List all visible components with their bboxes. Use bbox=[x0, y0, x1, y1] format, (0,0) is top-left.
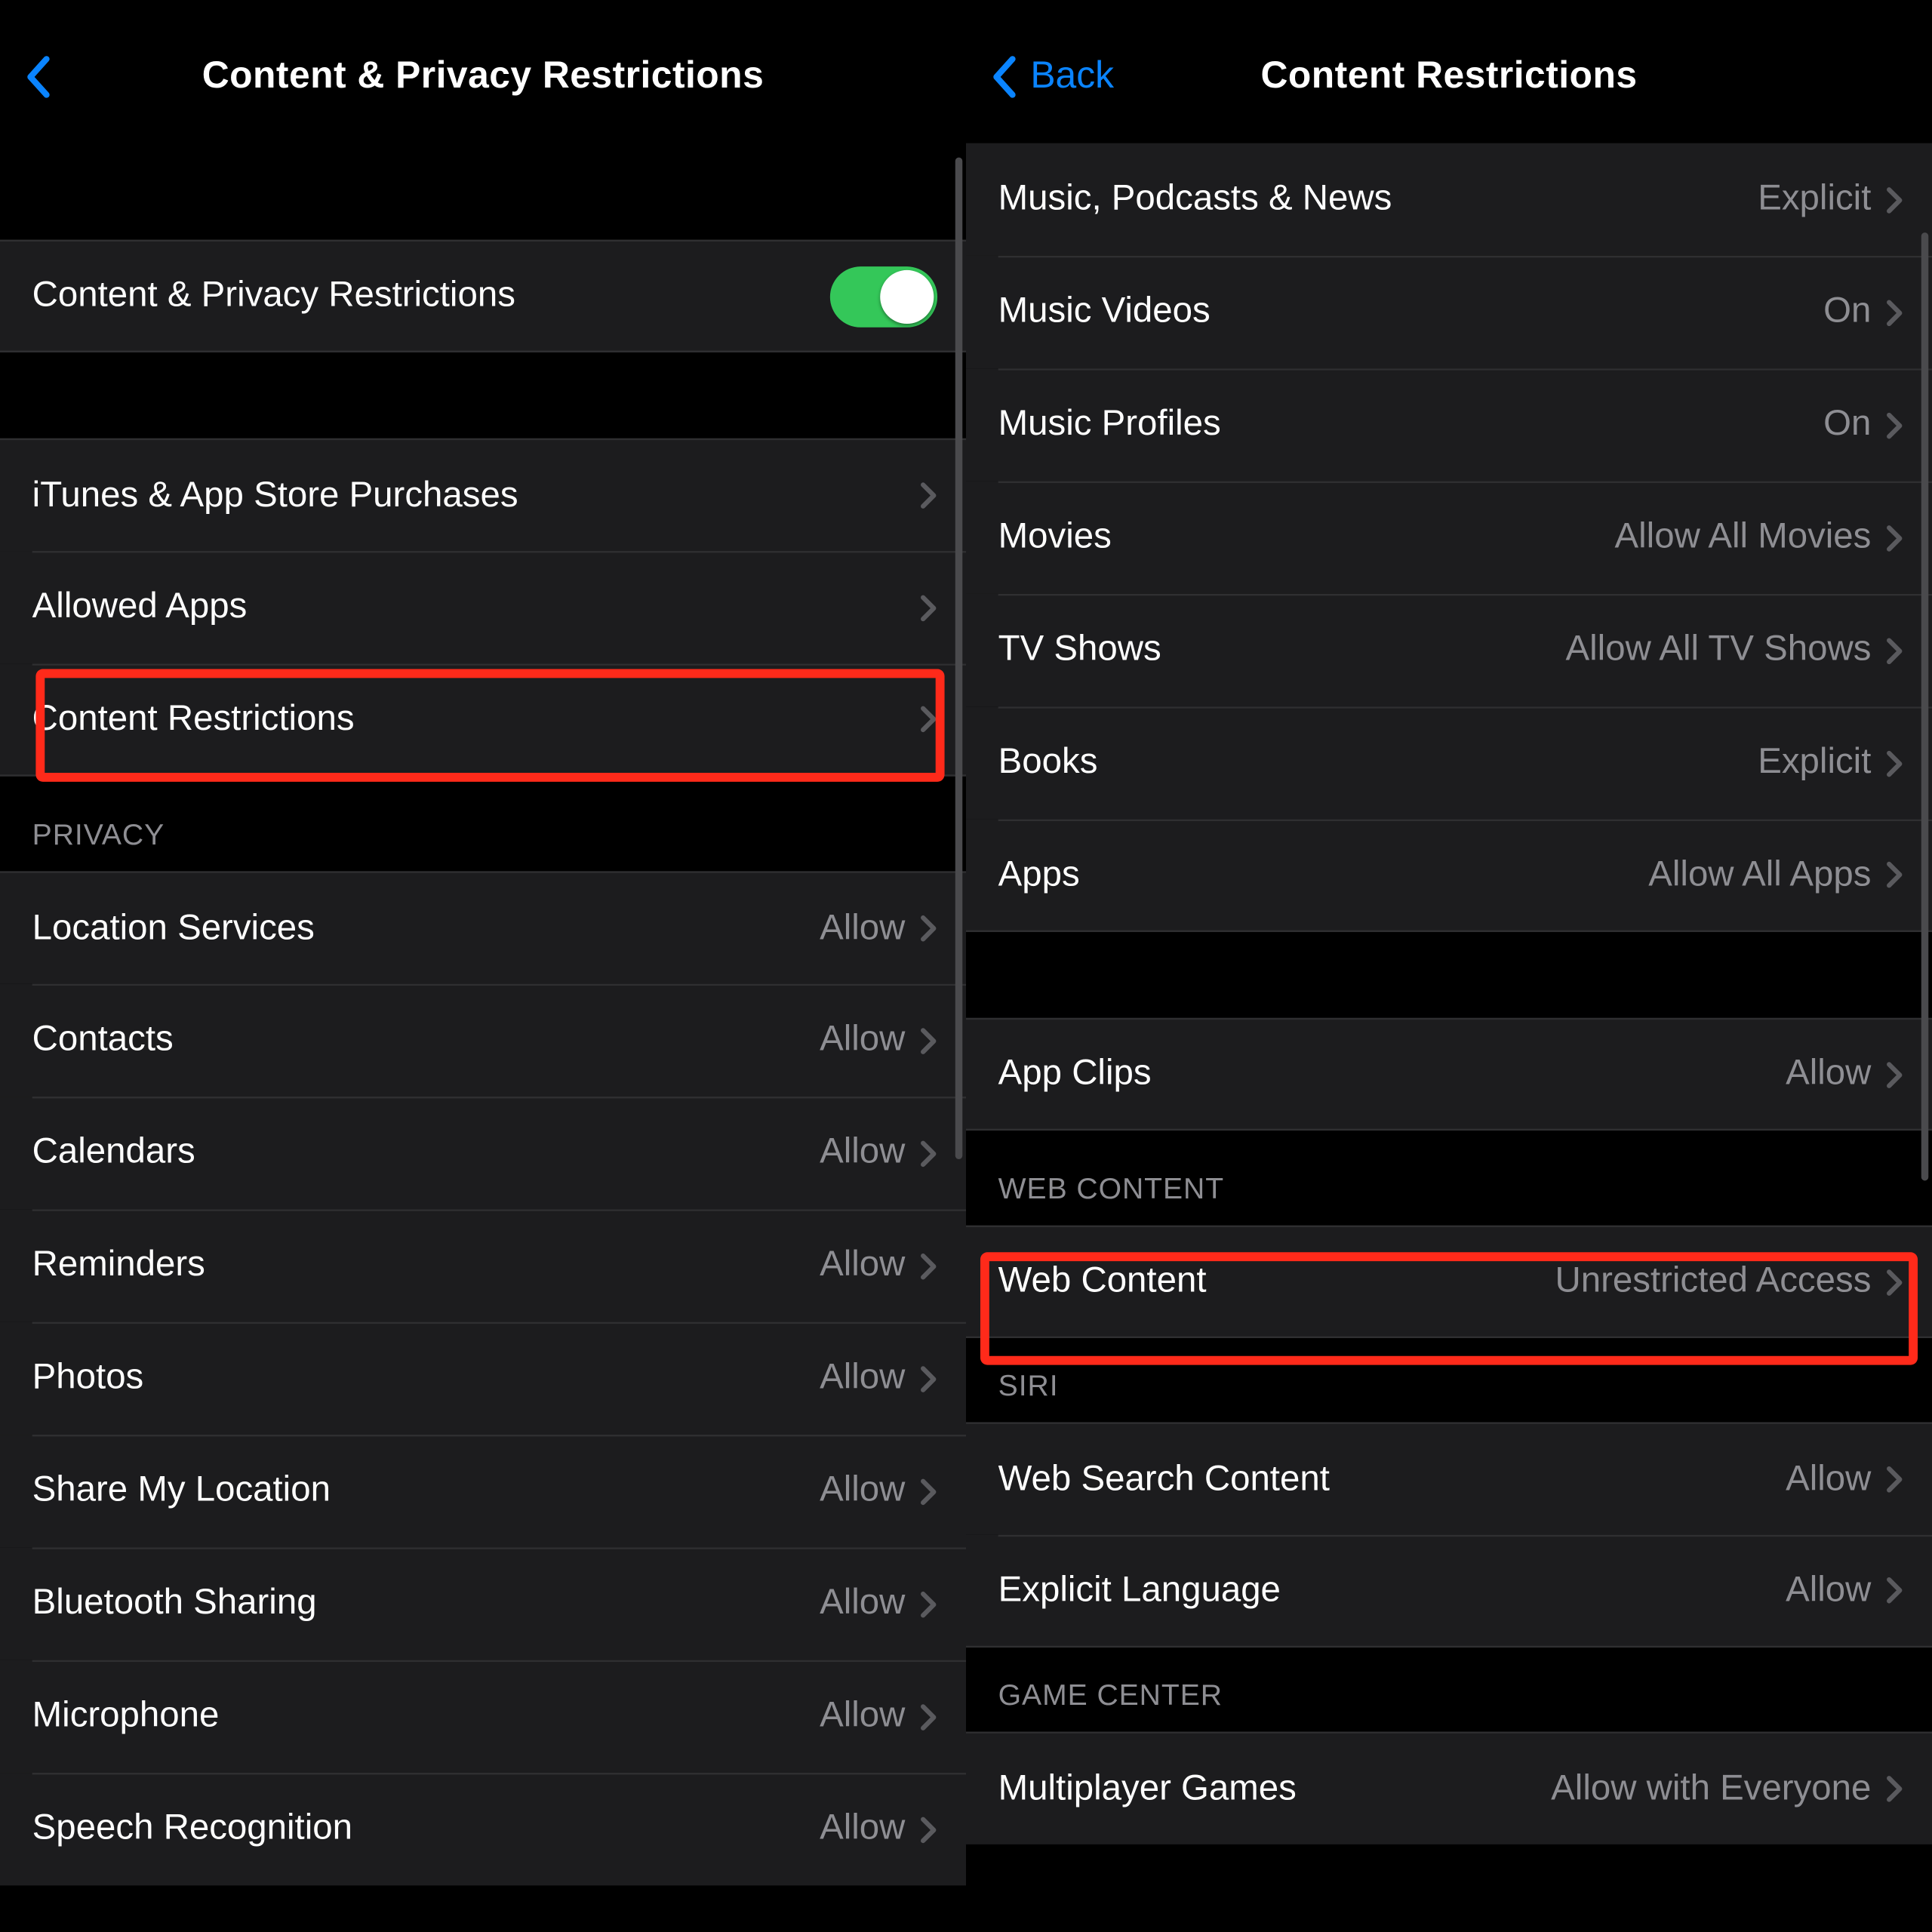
back-button-left[interactable] bbox=[25, 0, 64, 154]
row-share-my-location[interactable]: Share My Location Allow bbox=[0, 1435, 966, 1547]
row-allowed-apps[interactable]: Allowed Apps bbox=[0, 551, 966, 663]
chevron-left-icon bbox=[991, 55, 1020, 98]
row-web-search-content[interactable]: Web Search Content Allow bbox=[966, 1422, 1932, 1534]
chevron-right-icon bbox=[1885, 298, 1903, 327]
page-title-left: Content & Privacy Restrictions bbox=[202, 55, 764, 98]
chevron-right-icon bbox=[1885, 1576, 1903, 1604]
group-privacy: Location Services Allow Contacts Allow C… bbox=[0, 871, 966, 1885]
chevron-right-icon bbox=[1885, 411, 1903, 439]
scrollbar-left[interactable] bbox=[955, 158, 962, 1159]
row-bluetooth-sharing[interactable]: Bluetooth Sharing Allow bbox=[0, 1547, 966, 1660]
row-microphone[interactable]: Microphone Allow bbox=[0, 1660, 966, 1773]
toggle-switch[interactable] bbox=[830, 266, 937, 327]
row-movies[interactable]: Movies Allow All Movies bbox=[966, 481, 1932, 594]
chevron-right-icon bbox=[919, 593, 937, 622]
chevron-right-icon bbox=[1885, 1060, 1903, 1088]
chevron-right-icon bbox=[919, 705, 937, 734]
section-header-siri: SIRI bbox=[966, 1338, 1932, 1422]
chevron-right-icon bbox=[919, 1702, 937, 1730]
group-main: iTunes & App Store Purchases Allowed App… bbox=[0, 438, 966, 777]
chevron-right-icon bbox=[919, 1477, 937, 1506]
toggle-row-content-privacy[interactable]: Content & Privacy Restrictions bbox=[0, 240, 966, 352]
chevron-right-icon bbox=[1885, 523, 1903, 552]
row-reminders[interactable]: Reminders Allow bbox=[0, 1209, 966, 1321]
chevron-left-icon bbox=[25, 55, 54, 98]
row-content-restrictions[interactable]: Content Restrictions bbox=[0, 663, 966, 776]
chevron-right-icon bbox=[1885, 636, 1903, 665]
chevron-right-icon bbox=[1885, 1267, 1903, 1296]
chevron-right-icon bbox=[1885, 185, 1903, 214]
row-web-content[interactable]: Web Content Unrestricted Access bbox=[966, 1226, 1932, 1338]
row-music-videos[interactable]: Music Videos On bbox=[966, 256, 1932, 368]
group-web: Web Content Unrestricted Access bbox=[966, 1226, 1932, 1338]
group-siri: Web Search Content Allow Explicit Langua… bbox=[966, 1422, 1932, 1647]
chevron-right-icon bbox=[919, 1589, 937, 1618]
chevron-right-icon bbox=[1885, 749, 1903, 777]
chevron-right-icon bbox=[1885, 1465, 1903, 1494]
section-header-web: WEB CONTENT bbox=[966, 1131, 1932, 1226]
row-multiplayer-games[interactable]: Multiplayer Games Allow with Everyone bbox=[966, 1732, 1932, 1844]
chevron-right-icon bbox=[919, 481, 937, 510]
row-tv-shows[interactable]: TV Shows Allow All TV Shows bbox=[966, 594, 1932, 706]
back-button-right[interactable]: Back bbox=[991, 0, 1114, 154]
chevron-right-icon bbox=[919, 1815, 937, 1844]
toggle-label: Content & Privacy Restrictions bbox=[32, 275, 830, 317]
row-music-profiles[interactable]: Music Profiles On bbox=[966, 368, 1932, 481]
section-header-game-center: GAME CENTER bbox=[966, 1647, 1932, 1731]
row-calendars[interactable]: Calendars Allow bbox=[0, 1097, 966, 1209]
row-app-clips[interactable]: App Clips Allow bbox=[966, 1018, 1932, 1131]
row-music-podcasts-news[interactable]: Music, Podcasts & News Explicit bbox=[966, 143, 1932, 256]
row-explicit-language[interactable]: Explicit Language Allow bbox=[966, 1535, 1932, 1647]
chevron-right-icon bbox=[919, 1251, 937, 1280]
group-appclips: App Clips Allow bbox=[966, 1018, 1932, 1131]
row-contacts[interactable]: Contacts Allow bbox=[0, 984, 966, 1097]
group-media: Music, Podcasts & News Explicit Music Vi… bbox=[966, 143, 1932, 932]
chevron-right-icon bbox=[919, 1139, 937, 1168]
navbar-right: Back Content Restrictions bbox=[966, 0, 1932, 154]
phone-right: Back Content Restrictions Music, Podcast… bbox=[966, 0, 1932, 1932]
row-itunes-appstore[interactable]: iTunes & App Store Purchases bbox=[0, 438, 966, 551]
row-speech-recognition[interactable]: Speech Recognition Allow bbox=[0, 1773, 966, 1885]
row-location-services[interactable]: Location Services Allow bbox=[0, 871, 966, 983]
row-apps[interactable]: Apps Allow All Apps bbox=[966, 820, 1932, 932]
section-header-privacy: PRIVACY bbox=[0, 777, 966, 872]
chevron-right-icon bbox=[919, 914, 937, 943]
phone-left: Content & Privacy Restrictions Content &… bbox=[0, 0, 966, 1932]
row-books[interactable]: Books Explicit bbox=[966, 706, 1932, 819]
chevron-right-icon bbox=[1885, 860, 1903, 889]
chevron-right-icon bbox=[919, 1364, 937, 1392]
row-photos[interactable]: Photos Allow bbox=[0, 1322, 966, 1435]
back-label: Back bbox=[1030, 55, 1114, 98]
chevron-right-icon bbox=[919, 1026, 937, 1054]
group-game-center: Multiplayer Games Allow with Everyone bbox=[966, 1732, 1932, 1844]
navbar-left: Content & Privacy Restrictions bbox=[0, 0, 966, 154]
page-title-right: Content Restrictions bbox=[1260, 55, 1637, 98]
chevron-right-icon bbox=[1885, 1774, 1903, 1803]
scrollbar-right[interactable] bbox=[1921, 232, 1928, 1180]
